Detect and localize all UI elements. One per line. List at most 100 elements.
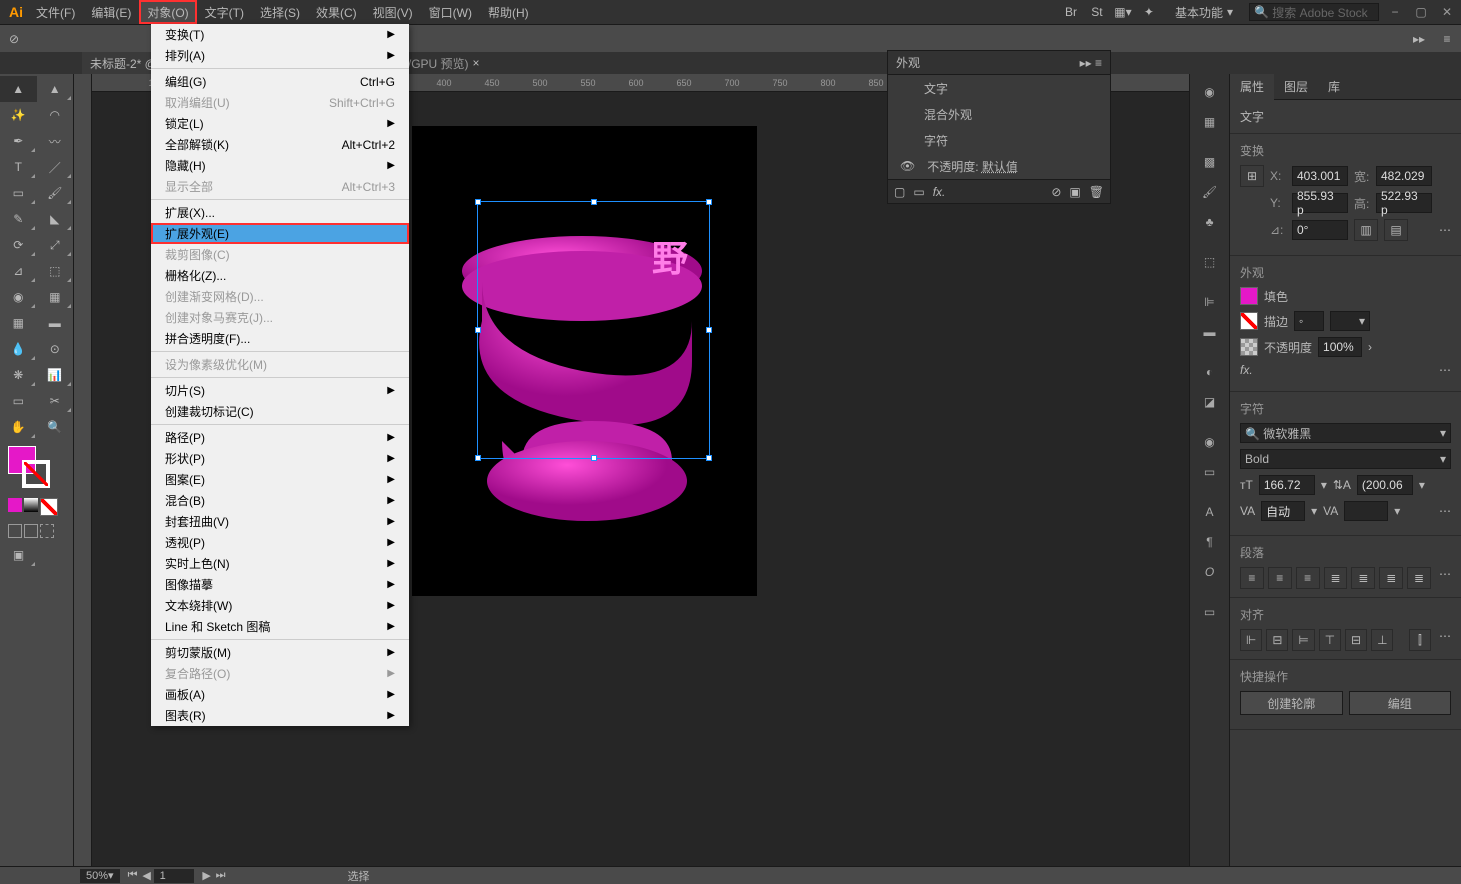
- menu-item[interactable]: 画板(A)▶: [151, 684, 409, 705]
- window-minimize[interactable]: −: [1385, 4, 1405, 20]
- opacity-swatch[interactable]: [1240, 338, 1258, 356]
- transparency-panel-icon[interactable]: ◐: [1194, 358, 1226, 386]
- font-family-dropdown[interactable]: 🔍 微软雅黑▾: [1240, 423, 1451, 443]
- stroke-swatch[interactable]: [22, 460, 50, 488]
- fill-stroke-swatch[interactable]: [0, 440, 73, 494]
- screen-mode[interactable]: ▣: [0, 542, 37, 568]
- swatches-panel-icon[interactable]: ▩: [1194, 148, 1226, 176]
- more-options-icon[interactable]: ⋯: [1439, 363, 1451, 377]
- width-field[interactable]: 482.029: [1376, 166, 1432, 186]
- menu-item[interactable]: 编组(G)Ctrl+G: [151, 71, 409, 92]
- none-mode[interactable]: [40, 498, 58, 516]
- draw-behind[interactable]: [24, 524, 38, 538]
- tab-libraries[interactable]: 库: [1318, 74, 1350, 100]
- menu-item[interactable]: 图案(E)▶: [151, 469, 409, 490]
- menu-item[interactable]: 全部解锁(K)Alt+Ctrl+2: [151, 134, 409, 155]
- collapse-icon[interactable]: ▸▸: [1080, 56, 1092, 70]
- stroke-panel-icon[interactable]: ⬚: [1194, 248, 1226, 276]
- appearance-row-opacity[interactable]: 👁 不透明度: 默认值: [888, 153, 1110, 179]
- para-justify-center[interactable]: ≣: [1351, 567, 1375, 589]
- blend-tool[interactable]: ⊙: [37, 336, 74, 362]
- kerning-field[interactable]: 自动: [1261, 501, 1305, 521]
- first-artboard-icon[interactable]: ⏮: [126, 869, 140, 883]
- menu-item[interactable]: 实时上色(N)▶: [151, 553, 409, 574]
- color-mode[interactable]: [8, 498, 22, 512]
- align-vcenter[interactable]: ⊟: [1345, 629, 1367, 651]
- stroke-profile[interactable]: ▾: [1330, 311, 1370, 331]
- menu-item[interactable]: 扩展外观(E): [151, 223, 409, 244]
- menu-effect[interactable]: 效果(C): [308, 0, 365, 24]
- opentype-panel-icon[interactable]: O: [1194, 558, 1226, 586]
- rotate-field[interactable]: 0°: [1292, 220, 1348, 240]
- footer-box-icon[interactable]: ▢: [894, 185, 905, 199]
- shaper-tool[interactable]: ✎: [0, 206, 37, 232]
- menu-edit[interactable]: 编辑(E): [83, 0, 139, 24]
- shape-builder-tool[interactable]: ◉: [0, 284, 37, 310]
- direct-selection-tool[interactable]: ▲: [37, 76, 74, 102]
- y-field[interactable]: 855.93 p: [1292, 193, 1348, 213]
- menu-item[interactable]: 文本绕排(W)▶: [151, 595, 409, 616]
- menu-file[interactable]: 文件(F): [28, 0, 83, 24]
- menu-item[interactable]: 锁定(L)▶: [151, 113, 409, 134]
- height-field[interactable]: 522.93 p: [1376, 193, 1432, 213]
- x-field[interactable]: 403.001: [1292, 166, 1348, 186]
- mesh-tool[interactable]: ▦: [0, 310, 37, 336]
- rectangle-tool[interactable]: ▭: [0, 180, 37, 206]
- menu-item[interactable]: 隐藏(H)▶: [151, 155, 409, 176]
- menu-item[interactable]: 切片(S)▶: [151, 380, 409, 401]
- more-options-icon[interactable]: ⋯: [1439, 629, 1451, 651]
- stroke-width-stepper[interactable]: ◦: [1294, 311, 1324, 331]
- menu-item[interactable]: 路径(P)▶: [151, 427, 409, 448]
- pen-tool[interactable]: ✒: [0, 128, 37, 154]
- zoom-level[interactable]: 50% ▾: [80, 869, 120, 883]
- tab-layers[interactable]: 图层: [1274, 74, 1318, 100]
- stock-icon[interactable]: St: [1087, 2, 1107, 22]
- arrange-icon[interactable]: ▦▾: [1113, 2, 1133, 22]
- para-align-center[interactable]: ≡: [1268, 567, 1292, 589]
- gpu-icon[interactable]: ✦: [1139, 2, 1159, 22]
- prev-artboard-icon[interactable]: ◀: [140, 869, 154, 883]
- create-outlines-button[interactable]: 创建轮廓: [1240, 691, 1343, 715]
- character-panel-icon[interactable]: A: [1194, 498, 1226, 526]
- tab-properties[interactable]: 属性: [1230, 74, 1274, 100]
- menu-item[interactable]: 图像描摹▶: [151, 574, 409, 595]
- menu-view[interactable]: 视图(V): [365, 0, 421, 24]
- draw-normal[interactable]: [8, 524, 22, 538]
- workspace-switcher[interactable]: 基本功能▾: [1165, 2, 1243, 22]
- more-options-icon[interactable]: ⋯: [1439, 504, 1451, 518]
- slice-tool[interactable]: ✂: [37, 388, 74, 414]
- close-icon[interactable]: ×: [473, 56, 480, 70]
- gradient-panel-icon[interactable]: ▬: [1194, 318, 1226, 346]
- window-maximize[interactable]: ▢: [1411, 4, 1431, 20]
- artboard-tool[interactable]: ▭: [0, 388, 37, 414]
- width-tool[interactable]: ⊿: [0, 258, 37, 284]
- fx-label[interactable]: fx.: [1240, 363, 1253, 377]
- chevron-right-icon[interactable]: ›: [1368, 340, 1372, 354]
- menu-help[interactable]: 帮助(H): [480, 0, 537, 24]
- curvature-tool[interactable]: 〰: [37, 128, 74, 154]
- para-align-left[interactable]: ≡: [1240, 567, 1264, 589]
- panel-menu-icon[interactable]: ≡: [1433, 25, 1461, 53]
- align-left-panel-icon[interactable]: ⊫: [1194, 288, 1226, 316]
- appearance-row-character[interactable]: 字符: [888, 127, 1110, 153]
- clear-appearance-icon[interactable]: ⊘: [1051, 185, 1061, 199]
- visibility-icon[interactable]: 👁: [900, 159, 915, 173]
- flip-horizontal[interactable]: ▥: [1354, 219, 1378, 241]
- magic-wand-tool[interactable]: ✨: [0, 102, 37, 128]
- line-tool[interactable]: ／: [37, 154, 74, 180]
- align-hcenter[interactable]: ⊟: [1266, 629, 1288, 651]
- next-artboard-icon[interactable]: ▶: [200, 869, 214, 883]
- para-justify-right[interactable]: ≣: [1379, 567, 1403, 589]
- menu-window[interactable]: 窗口(W): [421, 0, 480, 24]
- color-panel-icon[interactable]: ◉: [1194, 78, 1226, 106]
- menu-item[interactable]: Line 和 Sketch 图稿▶: [151, 616, 409, 637]
- delete-icon[interactable]: 🗑: [1089, 185, 1104, 199]
- pathfinder-panel-icon[interactable]: ◪: [1194, 388, 1226, 416]
- more-options-icon[interactable]: ⋯: [1439, 567, 1451, 589]
- paintbrush-tool[interactable]: 🖌: [37, 180, 74, 206]
- para-align-right[interactable]: ≡: [1296, 567, 1320, 589]
- menu-select[interactable]: 选择(S): [252, 0, 308, 24]
- rotate-tool[interactable]: ⟳: [0, 232, 37, 258]
- lasso-tool[interactable]: ◠: [37, 102, 74, 128]
- hand-tool[interactable]: ✋: [0, 414, 37, 440]
